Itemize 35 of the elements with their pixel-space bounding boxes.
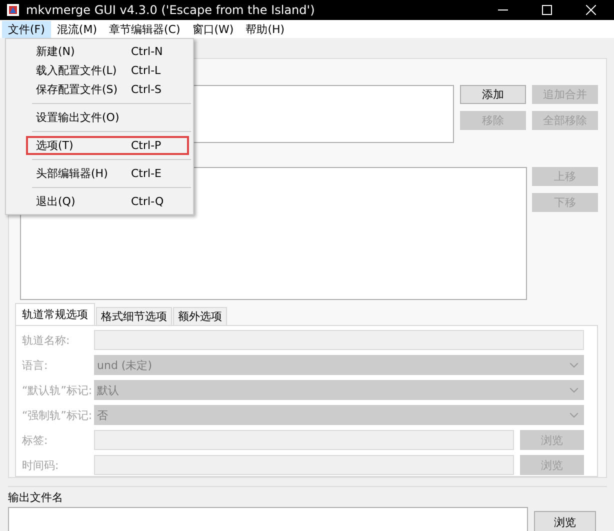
menu-item[interactable]: 头部编辑器(H) Ctrl-E — [26, 164, 189, 183]
close-icon[interactable] — [586, 5, 596, 15]
chevron-down-icon — [570, 412, 578, 418]
field-label: 轨道名称: — [22, 332, 71, 348]
menu-item[interactable]: 文件(F) — [2, 20, 51, 38]
output-file-field[interactable] — [8, 507, 528, 531]
menu-item[interactable]: 选项(T) Ctrl-P — [26, 136, 189, 155]
chevron-down-icon — [570, 388, 578, 392]
tab[interactable]: 额外选项 — [173, 307, 227, 325]
menu-item[interactable]: 帮助(H) — [240, 20, 291, 38]
text-field[interactable] — [94, 430, 514, 450]
menu-item[interactable]: 保存配置文件(S) Ctrl-S — [26, 80, 189, 99]
window-title: mkvmerge GUI v4.3.0 ('Escape from the Island') — [26, 3, 316, 17]
browse-button[interactable]: 浏览 — [534, 511, 596, 531]
group-label: 输出文件名 — [8, 490, 64, 505]
field-label: 时间码: — [22, 458, 60, 472]
menu-item[interactable]: 窗口(W) — [186, 20, 240, 38]
menu-item[interactable]: 退出(Q) Ctrl-Q — [26, 192, 189, 211]
button[interactable]: 添加 — [460, 85, 526, 104]
field-label: 标签: — [22, 432, 49, 448]
menu-item[interactable]: 章节编辑器(C) — [103, 20, 186, 38]
text-field[interactable] — [94, 330, 584, 350]
menu-item[interactable]: 新建(N) Ctrl-N — [26, 42, 189, 61]
tab[interactable]: 轨道常规选项 — [15, 303, 95, 325]
field-label: 语言: — [22, 358, 49, 372]
tab[interactable]: 格式细节选项 — [96, 307, 172, 325]
menu-item[interactable]: 载入配置文件(L) Ctrl-L — [26, 61, 189, 80]
maximize-icon[interactable] — [542, 5, 552, 15]
menu-item[interactable]: 混流(M) — [50, 20, 103, 38]
menu-item[interactable]: 设置输出文件(O) — [26, 108, 189, 127]
field-label: “强制轨”标记: — [22, 408, 94, 422]
field-label: “默认轨”标记: — [22, 382, 94, 398]
app-icon — [6, 3, 20, 17]
chevron-down-icon — [570, 362, 578, 368]
text-field[interactable] — [94, 455, 514, 475]
